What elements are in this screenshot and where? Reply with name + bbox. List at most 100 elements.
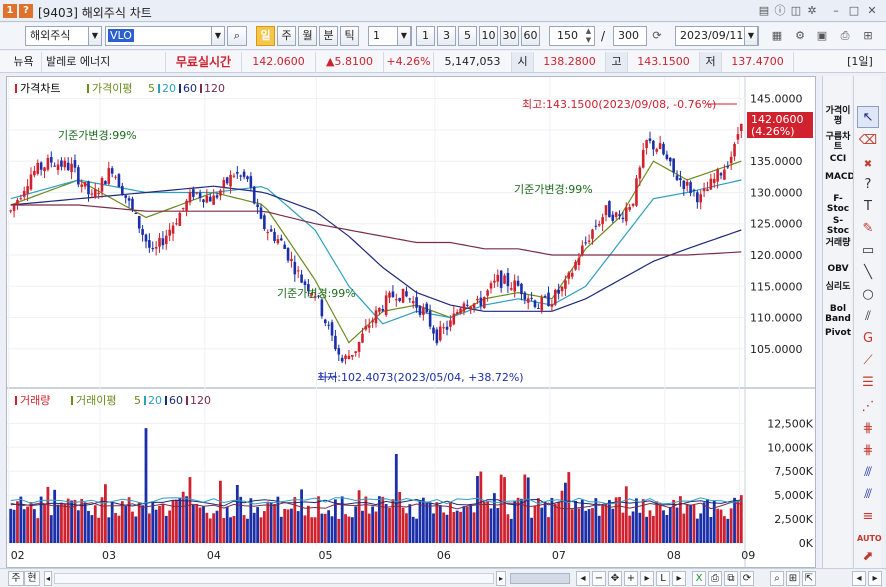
text-tool-icon[interactable]: T xyxy=(857,196,879,218)
panel-left-icon[interactable]: ◂ xyxy=(44,571,52,586)
last-icon[interactable]: L xyxy=(656,571,670,586)
unit-30-button[interactable]: 30 xyxy=(500,26,519,46)
zoom-out-icon[interactable]: − xyxy=(592,571,606,586)
indicator-7[interactable]: OBV xyxy=(825,264,851,274)
rectangle-tool-icon[interactable]: ▭ xyxy=(857,240,879,262)
volume-bar xyxy=(618,497,621,543)
indicator-5[interactable]: S-Stoc xyxy=(825,216,851,236)
speed-line-tool-icon[interactable]: ⫻ xyxy=(857,484,879,506)
print-bottom-icon[interactable]: ⎙ xyxy=(708,571,722,586)
candle-body xyxy=(107,168,111,184)
stats-icon[interactable]: ⊞ xyxy=(861,29,875,43)
andrews-tool-icon[interactable]: ⫻ xyxy=(857,462,879,484)
expand-icon[interactable]: ⇱ xyxy=(802,571,816,586)
circle-tool-icon[interactable]: ○ xyxy=(857,284,879,306)
prev-icon[interactable]: ◂ xyxy=(576,571,590,586)
channel-tool-icon[interactable]: ⫽ xyxy=(857,306,879,328)
minimize-icon[interactable]: – xyxy=(829,4,843,18)
symbol-input[interactable]: VLO xyxy=(105,26,225,46)
scroll-right-icon[interactable]: ▸ xyxy=(496,571,506,586)
tools-toggle-icon[interactable]: ◂ xyxy=(852,571,866,586)
indicator-4[interactable]: F-Stoc xyxy=(825,194,851,214)
camera-icon[interactable]: ◫ xyxy=(789,4,803,18)
period-month-button[interactable]: 월 xyxy=(298,26,317,46)
period-week-button[interactable]: 주 xyxy=(277,26,296,46)
help-badge[interactable]: ? xyxy=(19,4,33,18)
unit-3-button[interactable]: 3 xyxy=(437,26,456,46)
volume-bar xyxy=(739,495,743,543)
all-clear-icon[interactable]: ✖ xyxy=(857,154,879,176)
eraser-tool-icon[interactable]: ⌫ xyxy=(857,130,879,152)
horizontal-scrollbar[interactable] xyxy=(54,573,494,584)
cycle-tool-icon[interactable]: ⋕ xyxy=(857,440,879,462)
bottom-label-current[interactable]: 현 xyxy=(24,571,40,586)
price-axis-label: 110.0000 xyxy=(750,312,803,325)
volume-bar xyxy=(591,508,594,543)
chart-canvas[interactable]: 145.0000140.0000135.0000130.0000125.0000… xyxy=(7,77,815,567)
indicator-9[interactable]: Bol Band xyxy=(825,304,851,324)
trend-tool-icon[interactable]: ⬈ xyxy=(857,546,879,568)
bottom-label-week[interactable]: 주 xyxy=(8,571,24,586)
cursor-tool-icon[interactable]: ↖ xyxy=(857,106,879,128)
copy-icon[interactable]: ⧉ xyxy=(724,571,738,586)
candle-body xyxy=(161,238,165,246)
end-icon[interactable]: ▸ xyxy=(672,571,686,586)
count-stepper-icon[interactable]: ▲ ▼ xyxy=(583,27,594,45)
grid-icon[interactable]: ▦ xyxy=(770,29,784,43)
move-icon[interactable]: ✥ xyxy=(608,571,622,586)
indicator-8[interactable]: 심리도 xyxy=(825,282,851,292)
unit-dropdown-icon[interactable]: ▼ xyxy=(397,26,411,46)
excel-icon[interactable]: X xyxy=(692,571,706,586)
indicator-2[interactable]: CCI xyxy=(825,154,851,164)
indicator-10[interactable]: Pivot xyxy=(825,328,851,338)
fibo-fan-tool-icon[interactable]: ⋰ xyxy=(857,396,879,418)
zoom-in-icon[interactable]: + xyxy=(624,571,638,586)
help-tool-icon[interactable]: ? xyxy=(857,174,879,196)
price-change: ▲5.8100 xyxy=(316,52,384,72)
gann-tool-icon[interactable]: G xyxy=(857,328,879,350)
candle-body xyxy=(56,164,60,170)
fibonacci-tool-icon[interactable]: ☰ xyxy=(857,372,879,394)
close-icon[interactable]: ✕ xyxy=(865,4,879,18)
sync-icon[interactable]: ⟳ xyxy=(740,571,754,586)
settings-icon[interactable]: ⚙ xyxy=(793,29,807,43)
total-input[interactable]: 300 xyxy=(613,26,647,46)
fan-tool-icon[interactable]: ⟋ xyxy=(857,350,879,372)
unit-60-button[interactable]: 60 xyxy=(521,26,540,46)
maximize-icon[interactable]: □ xyxy=(847,4,861,18)
zoom-slider[interactable] xyxy=(510,573,570,584)
candle-body xyxy=(675,175,679,181)
next-icon[interactable]: ▸ xyxy=(640,571,654,586)
split-icon[interactable]: ⊞ xyxy=(786,571,800,586)
unit-5-button[interactable]: 5 xyxy=(458,26,477,46)
volume-bar xyxy=(131,511,134,543)
unit-10-button[interactable]: 10 xyxy=(479,26,498,46)
indicator-1[interactable]: 구름차트 xyxy=(825,132,851,152)
symbol-dropdown-icon[interactable]: ▼ xyxy=(211,26,225,46)
tools-expand-icon[interactable]: ▸ xyxy=(868,571,882,586)
print-icon[interactable]: ⎙ xyxy=(838,29,852,43)
pencil-tool-icon[interactable]: ✎ xyxy=(857,218,879,240)
date-dropdown-icon[interactable]: ▼ xyxy=(744,26,758,46)
period-day-button[interactable]: 일 xyxy=(256,26,275,46)
chart-area[interactable]: 145.0000140.0000135.0000130.0000125.0000… xyxy=(6,76,816,568)
save-icon[interactable]: ▣ xyxy=(815,29,829,43)
grid-tool-icon[interactable]: ⋕ xyxy=(857,418,879,440)
refresh-icon[interactable]: ⟳ xyxy=(650,29,664,43)
gear-icon[interactable]: ✲ xyxy=(805,4,819,18)
period-minute-button[interactable]: 분 xyxy=(319,26,338,46)
line-tool-icon[interactable]: ╲ xyxy=(857,262,879,284)
info-icon[interactable]: ⓘ xyxy=(773,4,787,18)
zoom-tool-icon[interactable]: ⌕ xyxy=(770,571,784,586)
period-tick-button[interactable]: 틱 xyxy=(340,26,359,46)
stats-tool-icon[interactable]: ≡ xyxy=(857,506,879,528)
search-icon[interactable]: ⌕ xyxy=(227,26,247,46)
layout-icon[interactable]: ▤ xyxy=(757,4,771,18)
indicator-0[interactable]: 가격이평 xyxy=(825,106,851,126)
unit-1-button[interactable]: 1 xyxy=(416,26,435,46)
indicator-6[interactable]: 거래량 xyxy=(825,238,851,248)
window-number-badge[interactable]: 1 xyxy=(3,4,17,18)
candle-body xyxy=(117,174,121,188)
market-dropdown-icon[interactable]: ▼ xyxy=(88,26,102,46)
indicator-3[interactable]: MACD xyxy=(825,172,855,182)
